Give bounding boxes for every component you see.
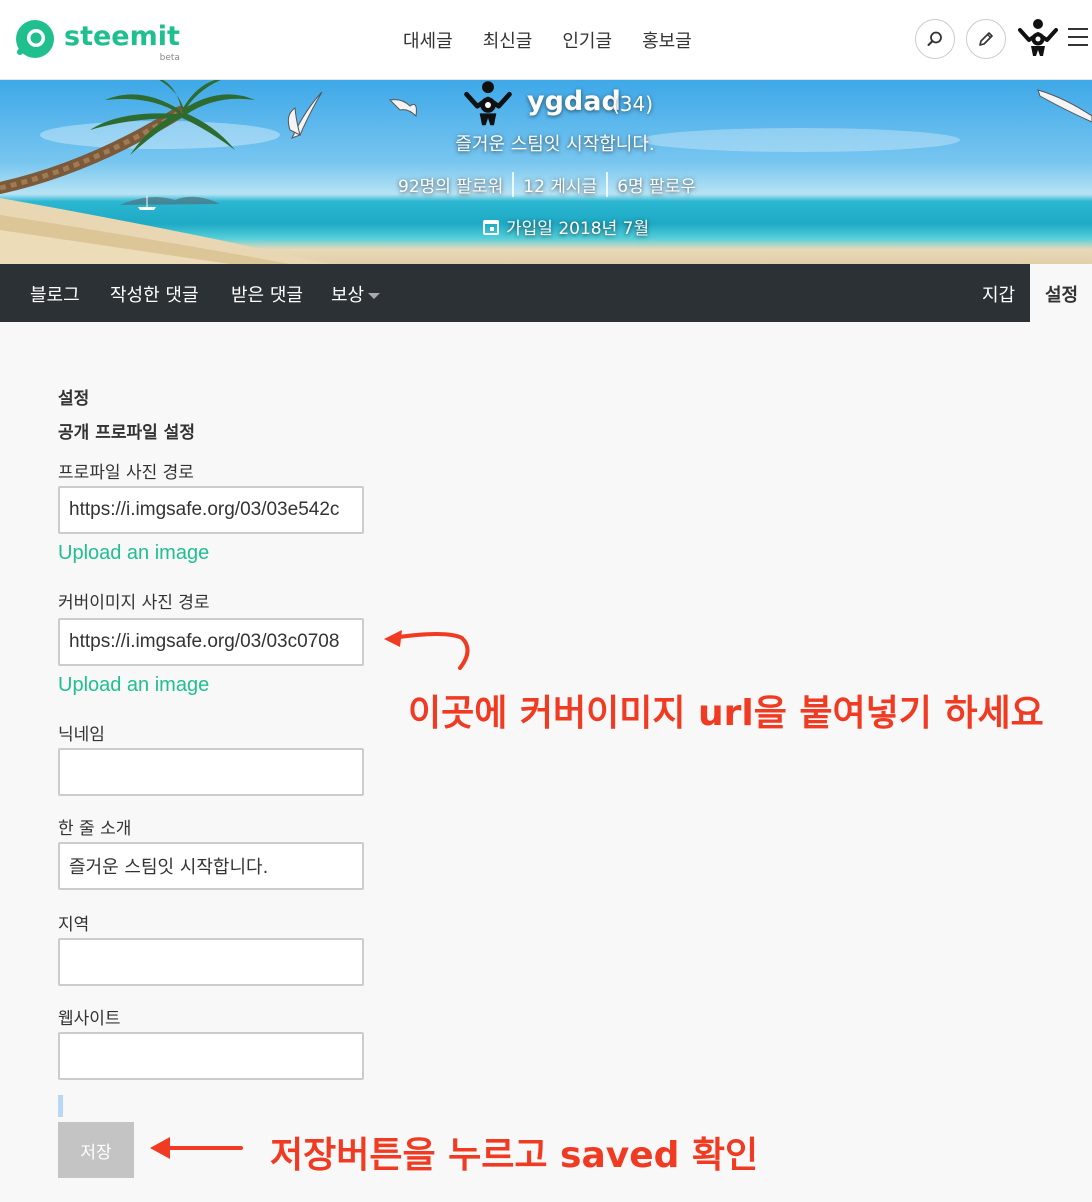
cover-hint-arrow-icon <box>384 630 470 670</box>
cover-image-label: 커버이미지 사진 경로 <box>58 593 210 613</box>
followers-count[interactable]: 92명의 팔로워 <box>398 172 512 197</box>
cover-hint-annotation: 이곳에 커버이미지 url을 붙여넣기 하세요 <box>408 693 1044 734</box>
save-hint-annotation: 저장버튼을 누르고 saved 확인 <box>270 1135 759 1176</box>
nav-hot[interactable]: 인기글 <box>562 27 612 53</box>
posts-count: 12 게시글 <box>512 172 606 197</box>
tab-replies[interactable]: 받은 댓글 <box>231 281 303 307</box>
profile-image-label: 프로파일 사진 경로 <box>58 463 194 483</box>
cover-image-input[interactable] <box>58 618 364 666</box>
save-hint-arrow-icon <box>150 1137 243 1159</box>
about-input[interactable] <box>58 842 364 890</box>
logo-text: steemit beta <box>64 21 180 63</box>
profile-image-input[interactable] <box>58 486 364 534</box>
nickname-label: 닉네임 <box>58 725 105 745</box>
settings-heading: 설정 <box>58 389 90 409</box>
profile-stats: 92명의 팔로워 12 게시글 6명 팔로우 <box>398 172 705 197</box>
profile-about: 즐거운 스팀잇 시작합니다. <box>455 134 655 155</box>
location-input[interactable] <box>58 938 364 986</box>
tab-settings[interactable]: 설정 <box>1030 264 1092 322</box>
top-header: steemit beta 대세글 최신글 인기글 홍보글 <box>0 0 1092 80</box>
website-input[interactable] <box>58 1032 364 1080</box>
location-label: 지역 <box>58 915 90 935</box>
tab-rewards-label: 보상 <box>331 285 365 306</box>
nickname-input[interactable] <box>58 748 364 796</box>
about-label: 한 줄 소개 <box>58 819 132 839</box>
hamburger-icon-line <box>1068 28 1088 30</box>
hamburger-icon-line <box>1068 44 1088 46</box>
tab-settings-label: 설정 <box>1045 285 1079 306</box>
steemit-logo[interactable]: steemit beta <box>14 18 180 63</box>
user-avatar-button[interactable] <box>1018 18 1058 64</box>
profile-joined: 가입일 2018년 7월 <box>482 214 649 239</box>
profile-avatar-icon <box>464 81 512 126</box>
nav-trending[interactable]: 대세글 <box>403 27 453 53</box>
profile-reputation: (34) <box>612 92 654 116</box>
following-count[interactable]: 6명 팔로우 <box>606 172 705 197</box>
pencil-icon <box>979 32 993 46</box>
profile-name: ygdad <box>527 86 621 117</box>
search-icon <box>927 31 942 46</box>
main-nav: 대세글 최신글 인기글 홍보글 <box>403 27 692 53</box>
focus-indicator <box>58 1095 63 1117</box>
profile-tabs: 블로그 작성한 댓글 받은 댓글 보상 지갑 설정 <box>0 264 1092 322</box>
tab-rewards[interactable]: 보상 <box>331 281 381 307</box>
save-button[interactable]: 저장 <box>58 1122 134 1178</box>
tab-blog[interactable]: 블로그 <box>30 281 80 307</box>
tab-comments[interactable]: 작성한 댓글 <box>110 281 199 307</box>
joined-date: 가입일 2018년 7월 <box>506 219 650 239</box>
upload-cover-image-link[interactable]: Upload an image <box>58 674 209 697</box>
nav-new[interactable]: 최신글 <box>483 27 533 53</box>
calendar-icon <box>483 219 499 235</box>
write-post-button[interactable] <box>966 19 1006 59</box>
tab-wallet[interactable]: 지갑 <box>982 281 1015 307</box>
menu-button[interactable] <box>1068 28 1088 52</box>
cover-image: ygdad (34) 즐거운 스팀잇 시작합니다. 92명의 팔로워 12 게시… <box>0 80 1092 264</box>
hamburger-icon-line <box>1068 36 1088 38</box>
website-label: 웹사이트 <box>58 1009 121 1029</box>
profile-avatar[interactable] <box>464 80 512 134</box>
steemit-logo-icon <box>16 20 54 58</box>
public-profile-heading: 공개 프로파일 설정 <box>58 423 195 443</box>
profile-info: ygdad (34) 즐거운 스팀잇 시작합니다. 92명의 팔로워 12 게시… <box>0 80 1092 264</box>
chevron-down-icon <box>368 293 381 299</box>
upload-profile-image-link[interactable]: Upload an image <box>58 542 209 565</box>
beta-badge: beta <box>159 53 180 63</box>
nav-promoted[interactable]: 홍보글 <box>642 27 692 53</box>
user-avatar-icon <box>1018 19 1058 56</box>
search-button[interactable] <box>915 19 955 59</box>
